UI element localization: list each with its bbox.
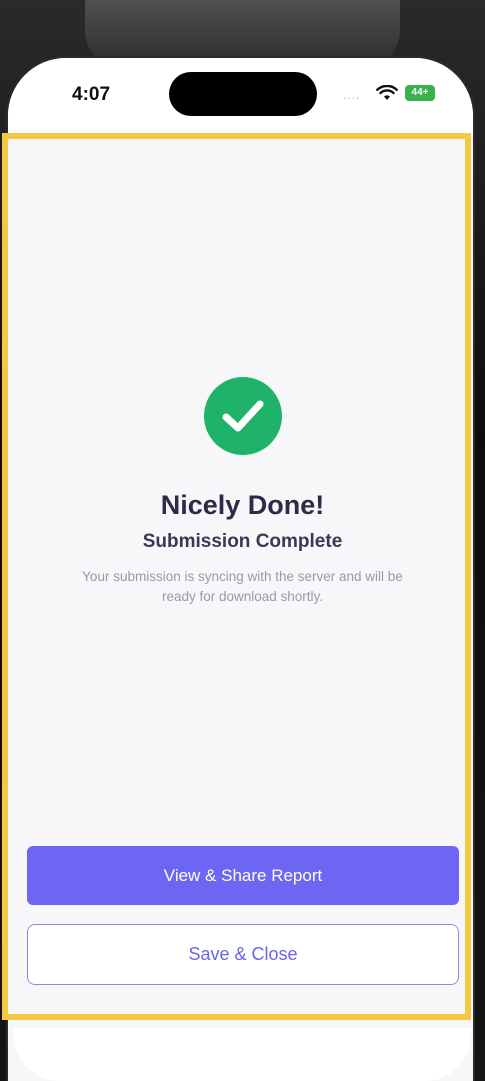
- battery-icon: 44+: [405, 85, 435, 101]
- success-title: Nicely Done!: [160, 490, 325, 520]
- phone-bottom-bezel: [14, 1028, 471, 1081]
- success-message: Your submission is syncing with the serv…: [82, 569, 403, 604]
- status-time: 4:07: [72, 84, 111, 105]
- view-share-report-button[interactable]: View & Share Report: [27, 846, 459, 905]
- checkmark-icon: [222, 400, 264, 432]
- checkmark-circle-icon: [204, 377, 282, 455]
- wifi-icon: [376, 85, 398, 100]
- status-bar: 4:07 .... 44+: [8, 58, 473, 136]
- cellular-signal-icon: ....: [343, 88, 361, 102]
- dynamic-island: [169, 72, 317, 116]
- save-close-button[interactable]: Save & Close: [27, 924, 459, 985]
- success-subtitle: Submission Complete: [142, 531, 343, 552]
